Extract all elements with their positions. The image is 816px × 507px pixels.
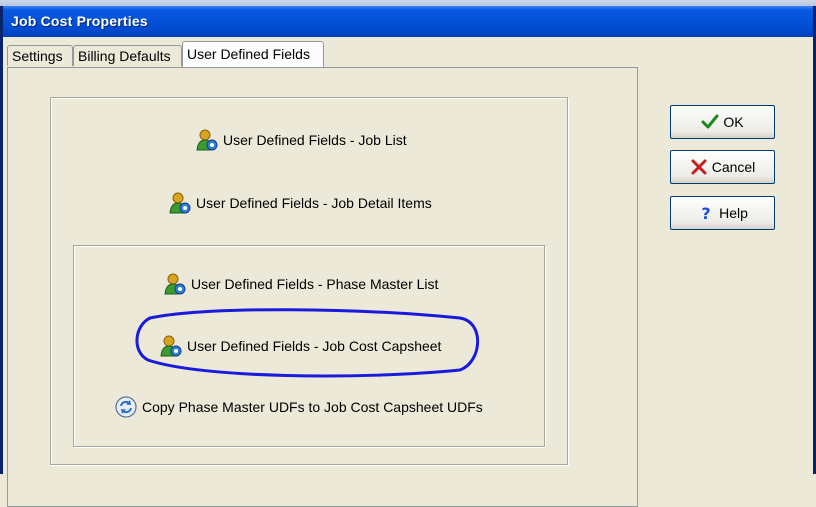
svg-text:?: ? (701, 204, 710, 222)
udf-group-box: User Defined Fields - Job List User Defi… (50, 97, 568, 465)
udf-job-cost-capsheet-link[interactable]: User Defined Fields - Job Cost Capsheet (159, 334, 441, 358)
udf-job-detail-items-link[interactable]: User Defined Fields - Job Detail Items (168, 191, 432, 215)
udf-phase-master-list-link[interactable]: User Defined Fields - Phase Master List (163, 272, 438, 296)
checkmark-icon (701, 114, 719, 129)
copy-phase-udfs-link[interactable]: Copy Phase Master UDFs to Job Cost Capsh… (114, 395, 483, 419)
copy-refresh-icon (115, 396, 137, 418)
dialog-client-area: Settings Billing Defaults User Defined F… (3, 37, 813, 507)
cancel-button[interactable]: Cancel (670, 150, 775, 184)
udf-job-detail-items-label: User Defined Fields - Job Detail Items (196, 195, 432, 211)
tab-billing-defaults[interactable]: Billing Defaults (73, 45, 182, 66)
udf-job-list-label: User Defined Fields - Job List (223, 132, 407, 148)
x-icon (691, 159, 707, 175)
users-gear-icon (196, 129, 218, 151)
user-defined-fields-panel: User Defined Fields - Job List User Defi… (7, 67, 638, 507)
copy-phase-udfs-label: Copy Phase Master UDFs to Job Cost Capsh… (142, 399, 483, 415)
ok-button-label: OK (723, 114, 744, 130)
udf-job-cost-capsheet-label: User Defined Fields - Job Cost Capsheet (187, 338, 442, 354)
help-button[interactable]: ? Help (670, 196, 775, 230)
users-gear-icon (160, 335, 182, 357)
udf-job-list-link[interactable]: User Defined Fields - Job List (195, 128, 407, 152)
users-gear-icon (169, 192, 191, 214)
help-button-label: Help (719, 205, 748, 221)
tab-user-defined-fields[interactable]: User Defined Fields (182, 41, 324, 67)
users-gear-icon (164, 273, 186, 295)
tab-settings[interactable]: Settings (7, 45, 73, 66)
phase-udf-group-box: User Defined Fields - Phase Master List … (73, 245, 545, 447)
ok-button[interactable]: OK (670, 105, 775, 139)
title-bar[interactable]: Job Cost Properties (3, 6, 813, 37)
cancel-button-label: Cancel (711, 159, 756, 175)
question-icon: ? (701, 204, 710, 222)
udf-phase-master-list-label: User Defined Fields - Phase Master List (191, 276, 439, 292)
job-cost-properties-dialog: Job Cost Properties Settings Billing Def… (0, 6, 816, 507)
window-title: Job Cost Properties (11, 13, 148, 29)
